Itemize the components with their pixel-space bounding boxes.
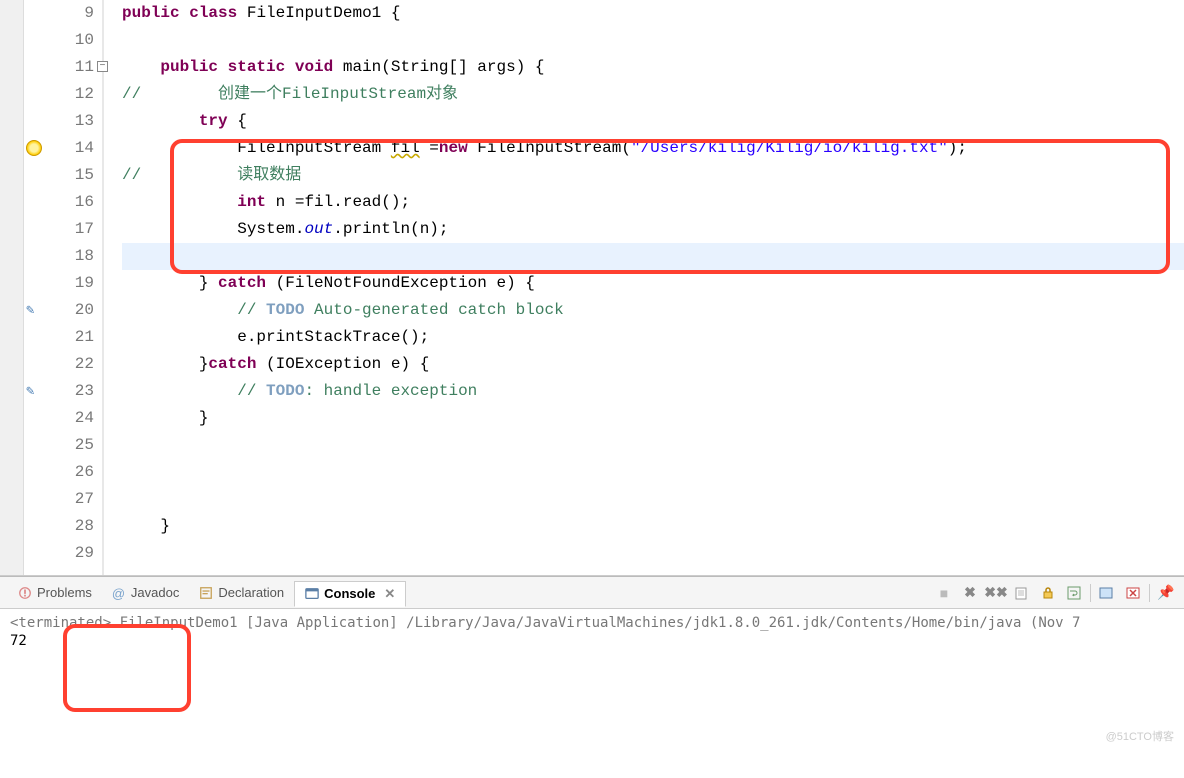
tab-label: Javadoc [131,585,179,600]
tab-label: Declaration [218,585,284,600]
tab-declaration[interactable]: Declaration [189,581,294,604]
console-toolbar: ■ ✖ ✖✖ 📌 [934,583,1176,603]
scroll-lock-button[interactable] [1038,583,1058,603]
tab-console[interactable]: Console ✕ [294,581,406,607]
code-line[interactable]: }catch (IOException e) { [122,351,1184,378]
bottom-panel: Problems @ Javadoc Declaration Console ✕… [0,576,1184,655]
task-icon[interactable] [26,383,42,399]
code-line[interactable]: } [122,513,1184,540]
code-line[interactable]: } catch (FileNotFoundException e) { [122,270,1184,297]
tab-problems[interactable]: Problems [8,581,102,604]
line-number: 13 [46,108,94,135]
line-number: 9 [46,0,94,27]
line-number: 17 [46,216,94,243]
code-line[interactable] [122,243,1184,270]
code-line[interactable]: FileInputStream fil =new FileInputStream… [122,135,1184,162]
task-icon[interactable] [26,302,42,318]
declaration-icon [199,586,213,600]
code-line[interactable]: // 创建一个FileInputStream对象 [122,81,1184,108]
tab-label: Console [324,586,375,601]
line-number: 27 [46,486,94,513]
watermark: @51CTO博客 [1106,728,1174,744]
line-number: 28 [46,513,94,540]
view-tabbar: Problems @ Javadoc Declaration Console ✕… [0,577,1184,609]
code-line[interactable] [122,27,1184,54]
problems-icon [18,586,32,600]
line-number: 12 [46,81,94,108]
folding-ruler [0,0,24,575]
console-output[interactable]: <terminated> FileInputDemo1 [Java Applic… [0,609,1184,655]
line-number: 29 [46,540,94,567]
line-number: 21 [46,324,94,351]
line-number: 23 [46,378,94,405]
line-number: 18 [46,243,94,270]
code-line[interactable]: // TODO: handle exception [122,378,1184,405]
line-number: 20 [46,297,94,324]
console-icon [305,587,319,601]
line-number: 11− [46,54,94,81]
close-tab-icon[interactable]: ✕ [384,586,395,602]
code-area[interactable]: public class FileInputDemo1 { public sta… [104,0,1184,575]
code-line[interactable]: System.out.println(n); [122,216,1184,243]
warning-icon[interactable] [26,140,42,156]
code-line[interactable]: public class FileInputDemo1 { [122,0,1184,27]
code-line[interactable] [122,459,1184,486]
separator [1090,584,1091,602]
line-number: 10 [46,27,94,54]
tab-label: Problems [37,585,92,600]
line-number: 25 [46,432,94,459]
open-console-button[interactable] [1123,583,1143,603]
line-number: 19 [46,270,94,297]
remove-launch-button[interactable]: ✖ [960,583,980,603]
line-number: 22 [46,351,94,378]
code-line[interactable]: try { [122,108,1184,135]
marker-column [24,0,46,575]
code-line[interactable] [122,486,1184,513]
code-line[interactable]: e.printStackTrace(); [122,324,1184,351]
code-line[interactable]: int n =fil.read(); [122,189,1184,216]
line-number-gutter: 9 10 11− 12 13 14 15 16 17 18 19 20 21 2… [46,0,104,575]
remove-all-button[interactable]: ✖✖ [986,583,1006,603]
code-line[interactable]: } [122,405,1184,432]
code-line[interactable]: // 读取数据 [122,162,1184,189]
line-number: 26 [46,459,94,486]
code-line[interactable] [122,540,1184,567]
clear-console-button[interactable] [1012,583,1032,603]
line-number: 14 [46,135,94,162]
line-number: 16 [46,189,94,216]
pin-console-button[interactable]: 📌 [1156,583,1176,603]
line-number: 15 [46,162,94,189]
tab-javadoc[interactable]: @ Javadoc [102,581,189,604]
code-editor[interactable]: 9 10 11− 12 13 14 15 16 17 18 19 20 21 2… [0,0,1184,576]
javadoc-icon: @ [112,586,126,600]
display-selected-console-button[interactable] [1097,583,1117,603]
terminate-button[interactable]: ■ [934,583,954,603]
code-line[interactable]: // TODO Auto-generated catch block [122,297,1184,324]
console-output-line: 72 [10,633,1174,649]
separator [1149,584,1150,602]
line-number: 24 [46,405,94,432]
console-status-line: <terminated> FileInputDemo1 [Java Applic… [10,615,1174,631]
word-wrap-button[interactable] [1064,583,1084,603]
code-line[interactable] [122,432,1184,459]
code-line[interactable]: public static void main(String[] args) { [122,54,1184,81]
